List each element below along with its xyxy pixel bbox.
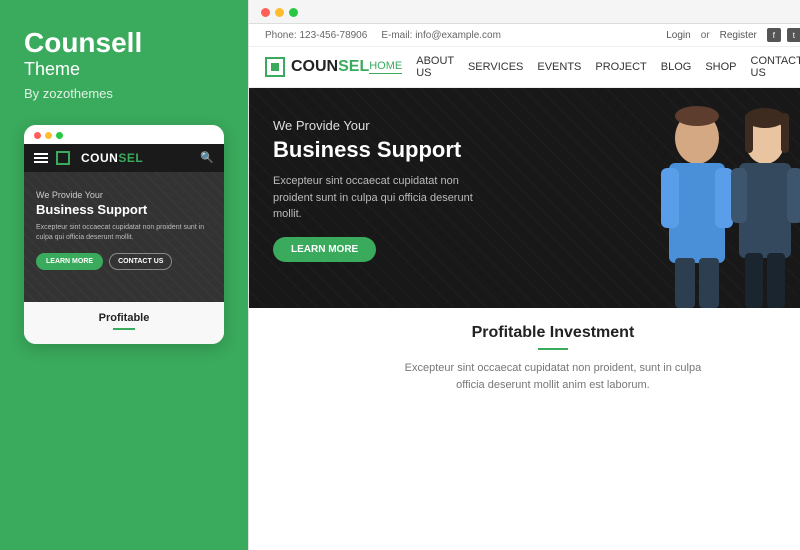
nav-blog[interactable]: BLOG bbox=[661, 61, 692, 73]
info-bar: Phone: 123-456-78906 E-mail: info@exampl… bbox=[249, 24, 800, 47]
logo-name: COUNSEL bbox=[291, 58, 369, 76]
mockup-hero-subtitle: We Provide Your bbox=[36, 190, 212, 200]
hero-content: We Provide Your Business Support Excepte… bbox=[249, 88, 509, 292]
nav-logo: COUNSEL bbox=[265, 57, 369, 77]
nav-services[interactable]: SERVICES bbox=[468, 61, 523, 73]
desktop-site: Phone: 123-456-78906 E-mail: info@exampl… bbox=[249, 24, 800, 550]
theme-title: Counsell Theme By zozothemes bbox=[24, 28, 224, 125]
mockup-hero-title: Business Support bbox=[36, 202, 212, 218]
nav-project[interactable]: PROJECT bbox=[595, 61, 646, 73]
dot-green bbox=[56, 132, 63, 139]
mockup-learn-more-button[interactable]: LEARN MORE bbox=[36, 253, 103, 270]
dot-yellow bbox=[45, 132, 52, 139]
mockup-logo-icon bbox=[56, 151, 70, 165]
browser-dot-green bbox=[289, 8, 298, 17]
or-text: or bbox=[701, 30, 710, 41]
mockup-contact-button[interactable]: CONTACT US bbox=[109, 253, 172, 270]
facebook-icon[interactable]: f bbox=[767, 28, 781, 42]
nav-shop[interactable]: SHOP bbox=[705, 61, 736, 73]
login-link[interactable]: Login bbox=[666, 30, 690, 41]
mockup-logo-text: COUNSEL bbox=[81, 151, 143, 165]
nav-contact[interactable]: CONTACT US bbox=[751, 55, 800, 79]
mockup-section-title: Profitable bbox=[36, 312, 212, 324]
browser-dot-yellow bbox=[275, 8, 284, 17]
hero-desc: Excepteur sint occaecat cupidatat non pr… bbox=[273, 173, 485, 223]
hero-section: We Provide Your Business Support Excepte… bbox=[249, 88, 800, 308]
hero-title: Business Support bbox=[273, 137, 485, 163]
register-link[interactable]: Register bbox=[720, 30, 757, 41]
mockup-hero: We Provide Your Business Support Excepte… bbox=[24, 172, 224, 302]
left-panel: Counsell Theme By zozothemes COUNSEL 🔍 bbox=[0, 0, 248, 550]
browser-chrome bbox=[249, 0, 800, 24]
bottom-section: Profitable Investment Excepteur sint occ… bbox=[249, 308, 800, 550]
dot-red bbox=[34, 132, 41, 139]
social-icons: f t in li bbox=[767, 28, 800, 42]
logo-box bbox=[265, 57, 285, 77]
mockup-bottom-section: Profitable bbox=[24, 302, 224, 344]
mockup-hero-buttons: LEARN MORE CONTACT US bbox=[36, 253, 212, 270]
mobile-mockup: COUNSEL 🔍 We Provide Your Business Suppo… bbox=[24, 125, 224, 344]
mockup-hero-desc: Excepteur sint occaecat cupidatat non pr… bbox=[36, 223, 212, 243]
people-svg bbox=[617, 98, 800, 308]
nav-bar: COUNSEL HOME ABOUT US SERVICES EVENTS PR… bbox=[249, 47, 800, 88]
browser-dot-red bbox=[261, 8, 270, 17]
mockup-browser-dots bbox=[24, 125, 224, 144]
email-info: E-mail: info@example.com bbox=[381, 30, 501, 41]
section-desc: Excepteur sint occaecat cupidatat non pr… bbox=[393, 360, 713, 393]
nav-events[interactable]: EVENTS bbox=[537, 61, 581, 73]
nav-about[interactable]: ABOUT US bbox=[416, 55, 454, 79]
mockup-section-line bbox=[113, 328, 135, 330]
hamburger-icon[interactable] bbox=[34, 153, 48, 163]
mockup-hero-content: We Provide Your Business Support Excepte… bbox=[36, 190, 212, 270]
nav-home[interactable]: HOME bbox=[369, 60, 402, 74]
right-panel: Phone: 123-456-78906 E-mail: info@exampl… bbox=[248, 0, 800, 550]
twitter-icon[interactable]: t bbox=[787, 28, 800, 42]
nav-links: HOME ABOUT US SERVICES EVENTS PROJECT BL… bbox=[369, 55, 800, 79]
hero-people-image bbox=[617, 98, 800, 308]
hero-subtitle: We Provide Your bbox=[273, 118, 485, 133]
phone-info: Phone: 123-456-78906 bbox=[265, 30, 367, 41]
section-title: Profitable Investment bbox=[269, 324, 800, 342]
section-divider bbox=[538, 348, 568, 350]
mockup-search-icon[interactable]: 🔍 bbox=[200, 151, 214, 164]
mockup-navbar: COUNSEL 🔍 bbox=[24, 144, 224, 172]
hero-learn-more-button[interactable]: LEARN MORE bbox=[273, 237, 376, 262]
